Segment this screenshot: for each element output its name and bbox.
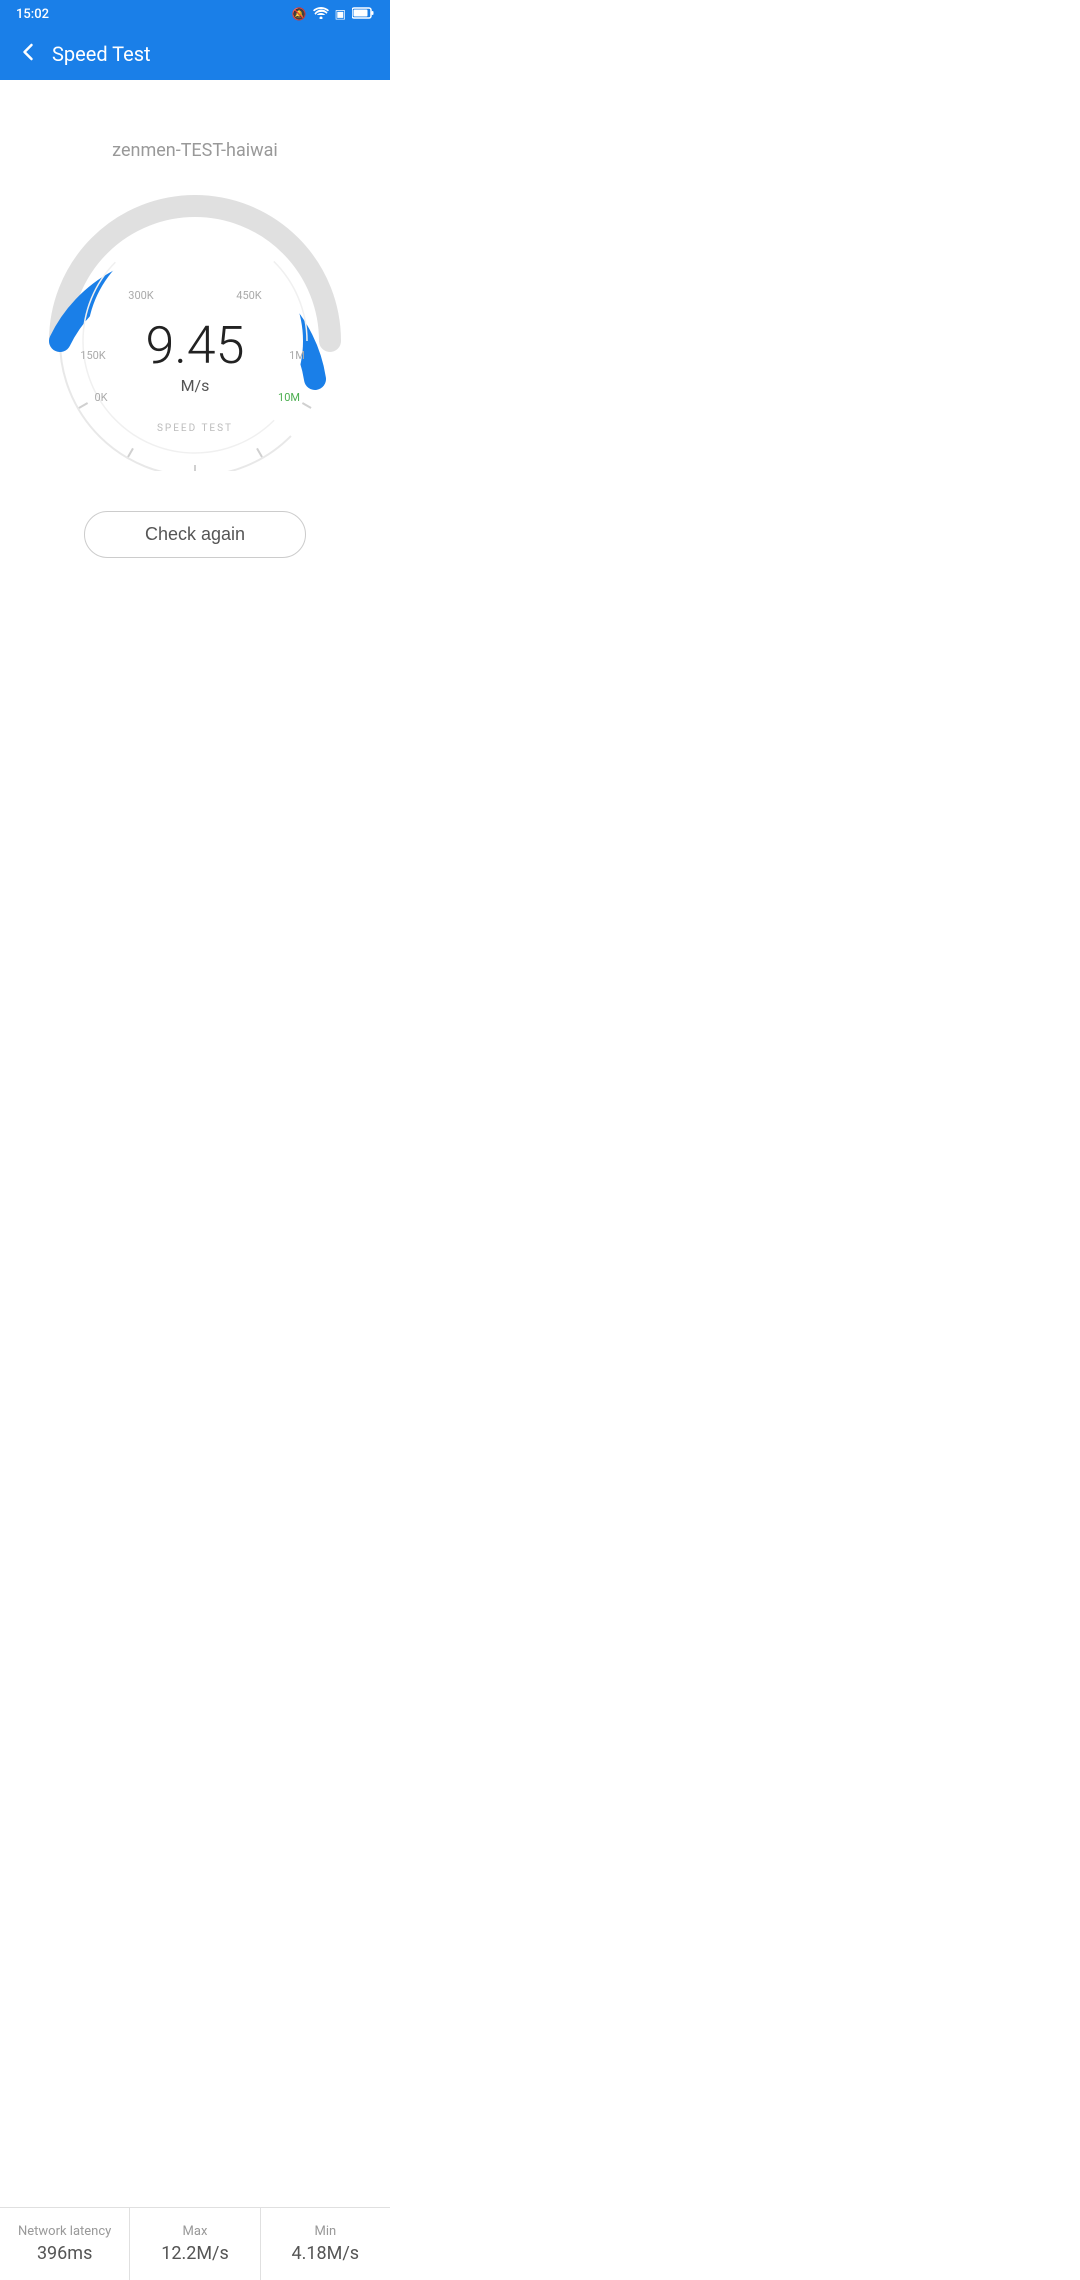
page-title: Speed Test xyxy=(52,42,151,66)
min-stat: Min 4.18M/s xyxy=(260,2208,390,2280)
app-bar: Speed Test xyxy=(0,28,390,80)
svg-text:150K: 150K xyxy=(80,349,106,362)
svg-text:450K: 450K xyxy=(236,289,262,302)
status-icons: 🔕 ▣ xyxy=(292,7,374,22)
status-time: 15:02 xyxy=(16,7,49,22)
svg-text:9.45: 9.45 xyxy=(146,315,245,376)
speedometer: 0K 150K 300K 450K 1M 10M 9.45 M/s SPEED … xyxy=(45,191,345,471)
max-stat: Max 12.2M/s xyxy=(129,2208,259,2280)
latency-value: 396ms xyxy=(37,2243,92,2264)
check-again-button[interactable]: Check again xyxy=(84,511,306,558)
max-label: Max xyxy=(183,2224,208,2239)
min-label: Min xyxy=(314,2224,336,2239)
svg-text:300K: 300K xyxy=(128,289,154,302)
speedometer-svg: 0K 150K 300K 450K 1M 10M 9.45 M/s SPEED … xyxy=(45,191,345,471)
latency-stat: Network latency 396ms xyxy=(0,2208,129,2280)
mute-icon: 🔕 xyxy=(292,7,307,21)
back-button[interactable] xyxy=(16,40,40,69)
svg-text:10M: 10M xyxy=(278,391,300,404)
status-bar: 15:02 🔕 ▣ xyxy=(0,0,390,28)
max-value: 12.2M/s xyxy=(161,2243,229,2264)
svg-text:M/s: M/s xyxy=(181,376,210,395)
svg-text:0K: 0K xyxy=(94,391,107,404)
latency-label: Network latency xyxy=(18,2224,111,2239)
wifi-icon xyxy=(313,7,329,22)
main-content: zenmen-TEST-haiwai xyxy=(0,80,390,718)
screen-icon: ▣ xyxy=(335,7,346,21)
battery-icon xyxy=(352,7,374,22)
svg-text:SPEED TEST: SPEED TEST xyxy=(157,423,233,434)
svg-text:1M: 1M xyxy=(289,349,305,362)
bottom-stats: Network latency 396ms Max 12.2M/s Min 4.… xyxy=(0,2207,390,2280)
network-name: zenmen-TEST-haiwai xyxy=(112,140,278,161)
min-value: 4.18M/s xyxy=(292,2243,360,2264)
